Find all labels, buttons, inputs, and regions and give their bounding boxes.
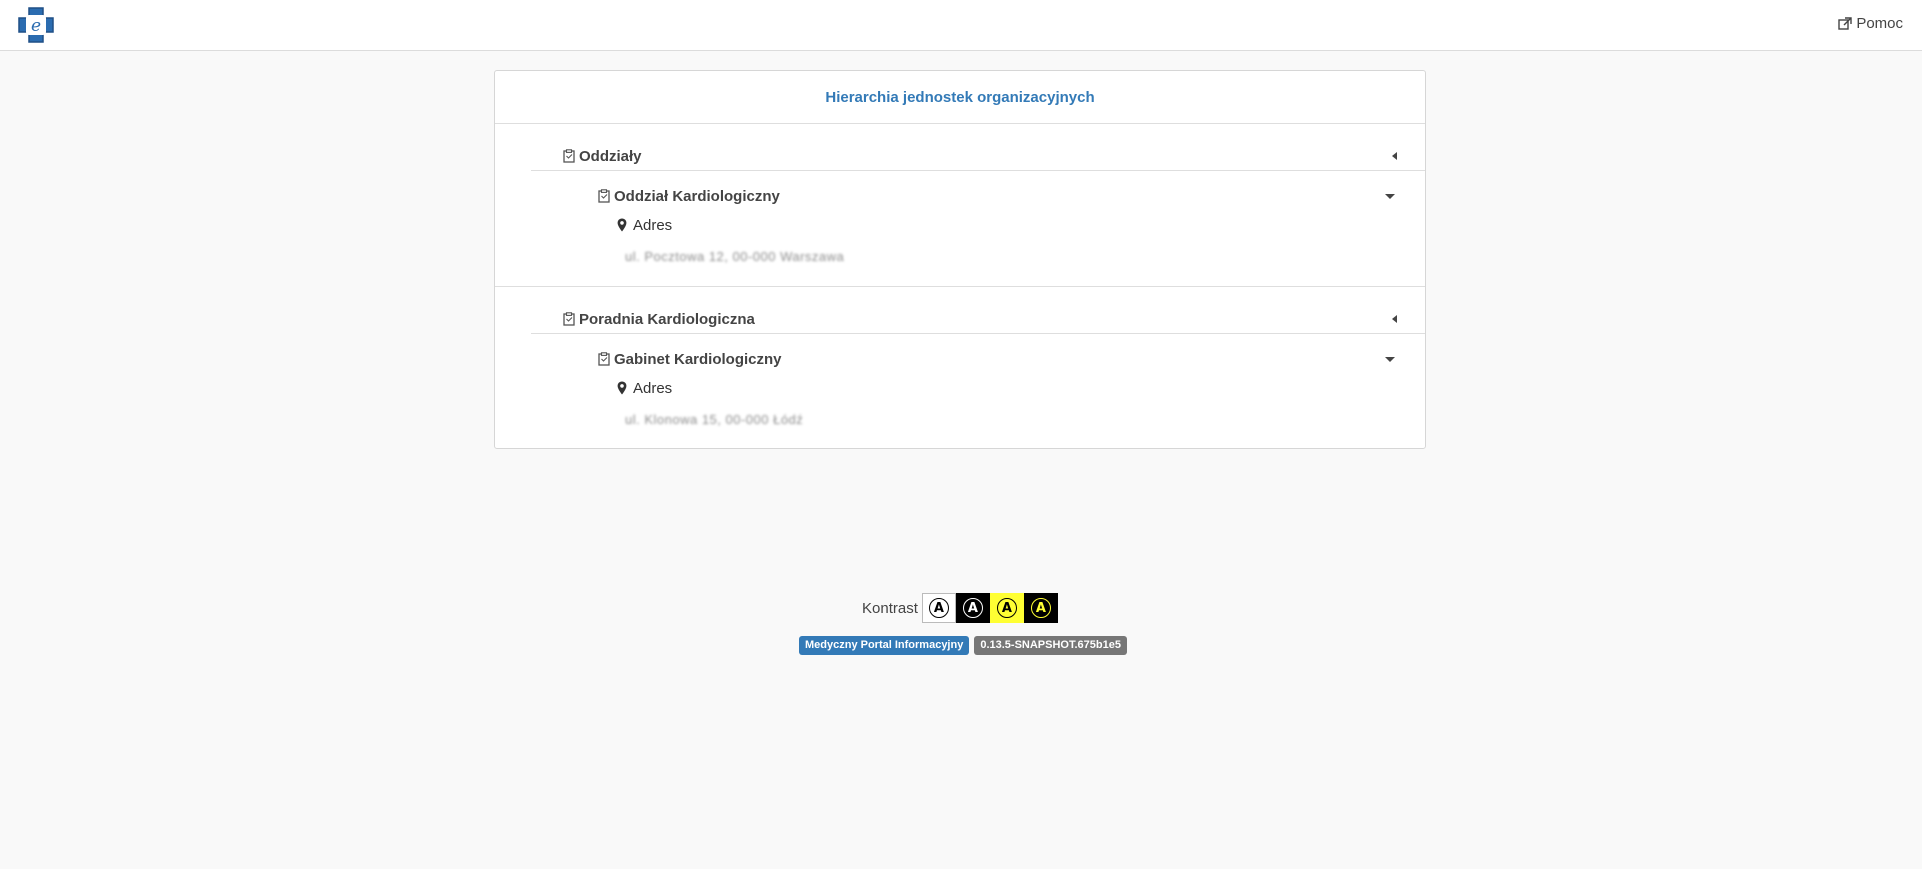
- address-value: ul. Pocztowa 12, 00-000 Warszawa: [625, 249, 845, 264]
- clipboard-icon: [563, 312, 575, 326]
- group-label: Poradnia Kardiologiczna: [579, 310, 755, 328]
- clipboard-icon: [563, 149, 575, 163]
- help-label: Pomoc: [1856, 15, 1903, 32]
- item-label: Oddział Kardiologiczny: [614, 187, 780, 205]
- contrast-default-button[interactable]: A: [921, 593, 956, 623]
- caret-left-icon[interactable]: [1392, 315, 1397, 323]
- tree-item-oddzial-kardiologiczny[interactable]: Oddział Kardiologiczny: [495, 184, 1425, 208]
- section-divider: [495, 286, 1425, 287]
- footer-badges: Medyczny Portal Informacyjny 0.13.5-SNAP…: [799, 636, 1127, 655]
- contrast-a-icon: A: [1030, 598, 1051, 618]
- tree-group-poradnia-kardiologiczna[interactable]: Poradnia Kardiologiczna: [531, 305, 1425, 334]
- item-label: Gabinet Kardiologiczny: [614, 350, 782, 368]
- tree-item-gabinet-kardiologiczny[interactable]: Gabinet Kardiologiczny: [495, 347, 1425, 371]
- address-label: Adres: [633, 216, 673, 234]
- caret-down-icon[interactable]: [1385, 194, 1395, 199]
- panel-heading: Hierarchia jednostek organizacyjnych: [495, 71, 1425, 124]
- app-logo[interactable]: e: [17, 6, 55, 44]
- help-link[interactable]: Pomoc: [1838, 15, 1903, 32]
- contrast-label: Kontrast: [862, 599, 918, 617]
- address-value: ul. Klonowa 15, 00-000 Łódź: [625, 412, 804, 427]
- version-badge: 0.13.5-SNAPSHOT.675b1e5: [974, 636, 1127, 655]
- contrast-yellow-black-button[interactable]: A: [989, 593, 1024, 623]
- top-navbar: e Pomoc: [0, 0, 1922, 51]
- panel-title: Hierarchia jednostek organizacyjnych: [825, 88, 1095, 106]
- logo-letter: e: [31, 16, 41, 36]
- app-name-badge: Medyczny Portal Informacyjny: [799, 636, 970, 655]
- contrast-switcher: Kontrast A A A A: [862, 593, 1058, 623]
- clipboard-icon: [598, 189, 610, 203]
- tree-group-oddzialy[interactable]: Oddziały: [531, 142, 1425, 171]
- address-row: Adres: [617, 214, 672, 236]
- address-label: Adres: [633, 379, 673, 397]
- contrast-black-white-button[interactable]: A: [955, 593, 990, 623]
- address-row: Adres: [617, 377, 672, 399]
- map-marker-icon: [617, 381, 627, 395]
- contrast-black-yellow-button[interactable]: A: [1023, 593, 1058, 623]
- org-hierarchy-panel: Hierarchia jednostek organizacyjnych Odd…: [494, 70, 1426, 449]
- caret-left-icon[interactable]: [1392, 152, 1397, 160]
- group-label: Oddziały: [579, 147, 642, 165]
- map-marker-icon: [617, 218, 627, 232]
- contrast-a-icon: A: [996, 598, 1017, 618]
- contrast-a-icon: A: [928, 598, 949, 618]
- clipboard-icon: [598, 352, 610, 366]
- caret-down-icon[interactable]: [1385, 357, 1395, 362]
- contrast-a-icon: A: [962, 598, 983, 618]
- external-link-icon: [1838, 16, 1853, 31]
